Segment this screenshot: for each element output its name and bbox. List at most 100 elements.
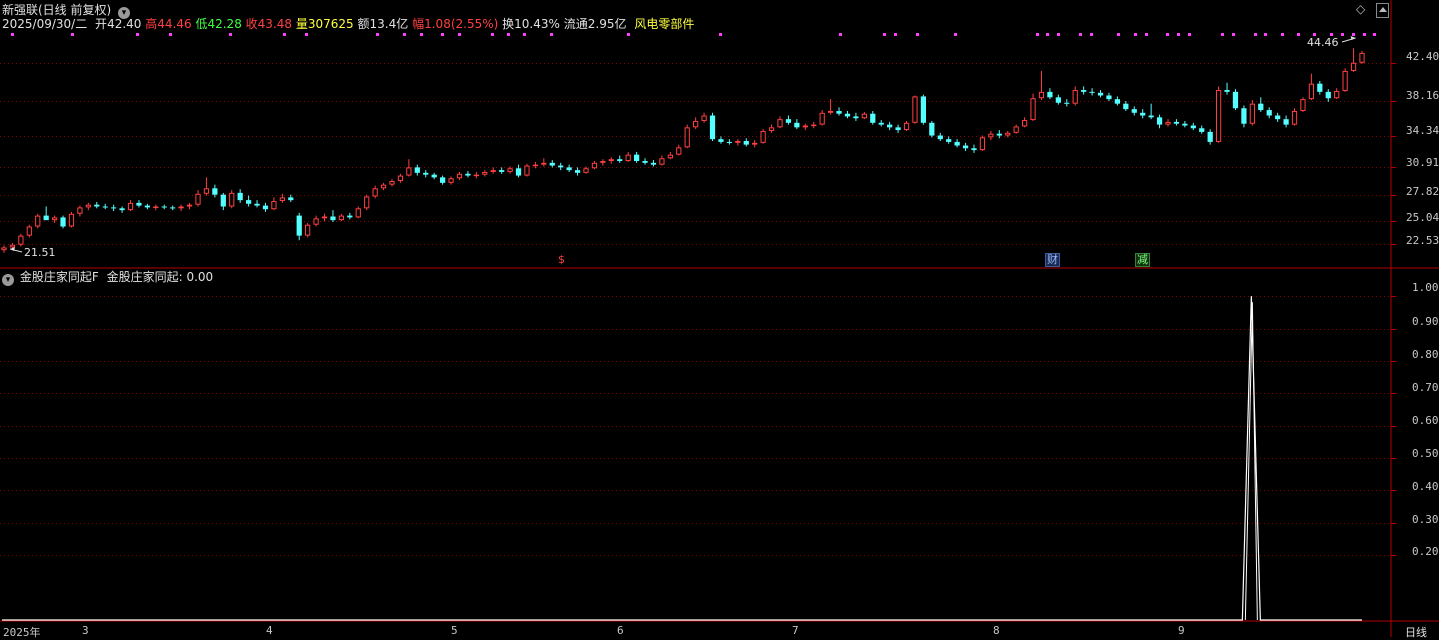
candle-body-down — [1114, 99, 1121, 104]
candle-body-down — [431, 174, 437, 178]
candle-body-up — [541, 162, 547, 165]
indicator-tick: 0.40 — [1412, 480, 1439, 493]
candle-body-down — [617, 159, 623, 162]
candle-body-down — [870, 113, 876, 123]
open-value: 42.40 — [107, 17, 142, 31]
candle-body-down — [895, 127, 901, 131]
candle-body-down — [1148, 115, 1154, 118]
candle-body-down — [1089, 91, 1095, 93]
quote-date: 2025/09/30/二 — [2, 17, 88, 31]
candle-body-up — [1350, 62, 1357, 71]
candle-body-up — [153, 206, 159, 209]
candle-body-down — [718, 139, 724, 142]
candle-body-up — [591, 162, 598, 169]
signal-dot — [1188, 33, 1191, 36]
signal-dot — [1090, 33, 1093, 36]
candle-body-up — [406, 167, 412, 176]
candle-body-up — [313, 218, 319, 225]
candle-body-down — [1064, 102, 1070, 104]
candle-body-up — [735, 140, 741, 143]
candle-body-up — [305, 224, 311, 236]
candle-body-down — [1190, 125, 1196, 129]
candle-body-up — [1030, 98, 1036, 121]
signal-dot — [507, 33, 510, 36]
signal-dot — [1363, 33, 1366, 36]
indicator-name[interactable]: 金股庄家同起F — [20, 270, 99, 284]
candle-body-up — [9, 244, 16, 248]
amount-value: 13.4亿 — [369, 17, 409, 31]
candle-body-down — [254, 203, 260, 206]
sector-link[interactable]: 风电零部件 — [634, 17, 694, 31]
candle-body-down — [296, 215, 302, 236]
candle-body-up — [819, 112, 825, 125]
candle-body-up — [35, 215, 41, 227]
candle-body-down — [94, 204, 100, 207]
candle-body-down — [726, 141, 733, 143]
price-tick: 30.91 — [1406, 156, 1439, 169]
indicator-dropdown-icon[interactable]: ▾ — [2, 274, 14, 286]
time-tick: 5 — [451, 624, 458, 637]
change-label: 幅 — [412, 17, 425, 31]
period-label[interactable]: 日线 — [1405, 624, 1427, 640]
candle-body-up — [456, 173, 463, 179]
candle-body-down — [853, 116, 859, 119]
signal-dot — [1281, 33, 1284, 36]
event-mark-finance[interactable]: 财 — [1045, 253, 1060, 267]
candle-body-up — [203, 188, 210, 194]
candle-body-down — [245, 200, 252, 204]
candle-body-down — [237, 192, 243, 201]
candle-body-up — [625, 154, 631, 162]
candle-body-down — [60, 217, 66, 227]
high-marker: 44.46 — [1307, 36, 1339, 49]
candle-body-up — [1342, 70, 1348, 91]
signal-dot — [719, 33, 722, 36]
signal-dot — [420, 33, 423, 36]
candle-body-down — [743, 140, 749, 145]
price-tick: 22.53 — [1406, 234, 1439, 247]
candle-body-down — [709, 115, 716, 140]
candle-body-down — [785, 119, 792, 123]
candle-body-up — [482, 171, 488, 175]
signal-dot — [916, 33, 919, 36]
candle-body-up — [490, 170, 496, 172]
candle-body-down — [844, 113, 851, 117]
candle-body-up — [1359, 52, 1365, 63]
indicator-tick: 0.90 — [1412, 315, 1439, 328]
turnover-value: 10.43% — [514, 17, 560, 31]
scroll-up-button[interactable] — [1376, 3, 1389, 18]
close-label: 收 — [245, 17, 258, 31]
quote-line: 2025/09/30/二 开42.40 高44.46 低42.28 收43.48… — [2, 17, 694, 31]
turnover-label: 换 — [502, 17, 515, 31]
candle-body-up — [701, 115, 707, 121]
candle-body-up — [600, 161, 606, 163]
signal-dot — [11, 33, 14, 36]
candle-body-down — [111, 207, 117, 209]
candle-body-down — [439, 177, 446, 183]
signal-dot — [458, 33, 461, 36]
candle-body-up — [448, 178, 454, 183]
signal-dot — [376, 33, 379, 36]
candle-body-down — [515, 168, 522, 176]
diamond-icon[interactable]: ◇ — [1356, 2, 1365, 16]
candle-body-up — [68, 213, 75, 227]
candle-body-up — [693, 120, 699, 128]
candle-body-up — [1300, 99, 1306, 111]
time-tick: 4 — [266, 624, 273, 637]
signal-dot — [1297, 33, 1300, 36]
signal-dot — [894, 33, 897, 36]
candle-body-down — [836, 110, 842, 114]
signal-dot — [1221, 33, 1224, 36]
low-marker: 21.51 — [24, 246, 56, 259]
kline-chart-canvas — [0, 0, 1439, 637]
candle-body-up — [364, 196, 370, 209]
candle-body-up — [979, 137, 986, 151]
candle-body-down — [996, 133, 1002, 136]
candle-body-down — [1283, 119, 1289, 125]
candle-body-down — [212, 188, 218, 195]
event-mark-reduce[interactable]: 减 — [1135, 253, 1150, 267]
event-mark-dollar[interactable]: $ — [557, 254, 566, 266]
candle-body-up — [1165, 121, 1171, 125]
candle-body-down — [633, 154, 640, 162]
price-tick: 42.40 — [1406, 50, 1439, 63]
candle-body-up — [1013, 126, 1019, 133]
